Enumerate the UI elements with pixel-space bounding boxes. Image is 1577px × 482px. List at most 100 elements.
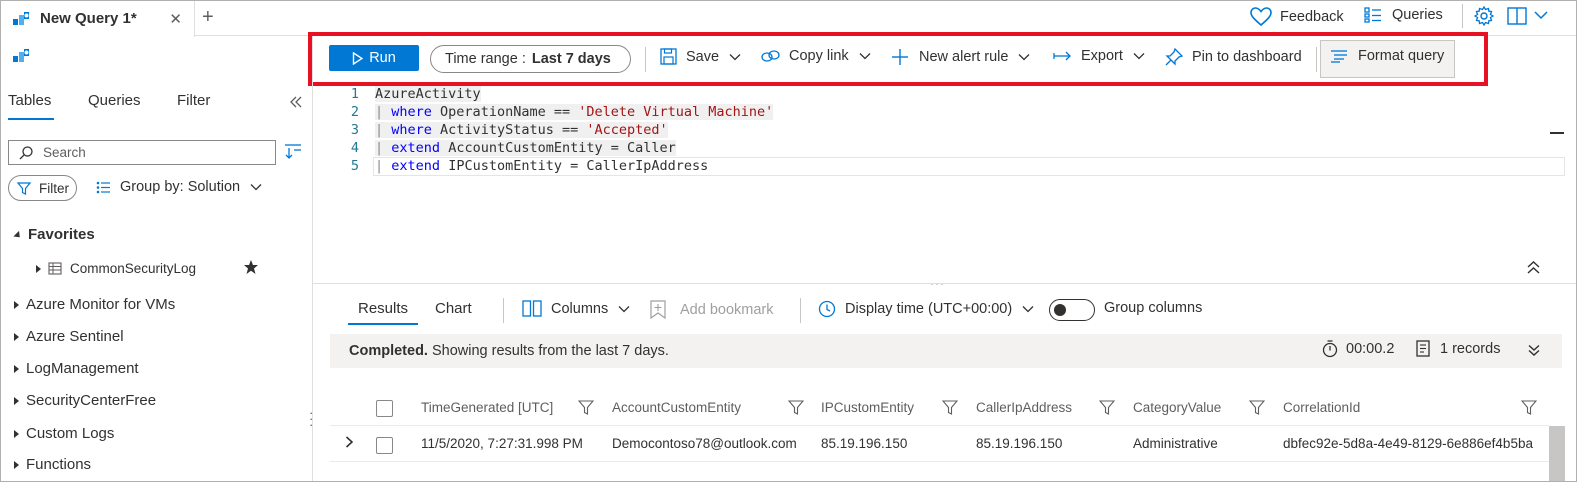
filter-funnel-icon[interactable] bbox=[1521, 400, 1537, 415]
queries-label: Queries bbox=[1392, 7, 1443, 23]
code-keyword: extend bbox=[391, 140, 441, 156]
book-icon[interactable] bbox=[1507, 7, 1527, 25]
tree-group-azure-monitor[interactable]: Azure Monitor for VMs bbox=[14, 296, 175, 313]
display-time-label: Display time (UTC+00:00) bbox=[845, 301, 1013, 317]
tree-group-label: Functions bbox=[26, 456, 92, 473]
cell-calleripaddress: 85.19.196.150 bbox=[976, 436, 1063, 451]
pipe-token: | bbox=[375, 158, 384, 174]
tree-group-custom-logs[interactable]: Custom Logs bbox=[14, 425, 114, 442]
favorites-label: Favorites bbox=[28, 226, 95, 243]
tree-group-functions[interactable]: Functions bbox=[14, 456, 91, 473]
search-placeholder: Search bbox=[43, 145, 86, 160]
tree-group-label: SecurityCenterFree bbox=[26, 392, 157, 409]
tab-filter[interactable]: Filter bbox=[177, 92, 210, 109]
group-by-dropdown[interactable]: Group by: Solution bbox=[96, 179, 262, 195]
search-icon bbox=[19, 145, 33, 160]
new-alert-rule-button[interactable]: New alert rule bbox=[891, 48, 1030, 66]
expand-results-icon[interactable] bbox=[1528, 344, 1540, 356]
filter-button[interactable]: Filter bbox=[8, 175, 77, 201]
group-columns-toggle[interactable] bbox=[1049, 299, 1095, 321]
collapse-panel-icon[interactable] bbox=[289, 96, 303, 108]
caret-right-icon bbox=[36, 264, 41, 273]
filter-funnel-icon[interactable] bbox=[788, 400, 804, 415]
chevron-down-icon bbox=[250, 183, 262, 191]
pipe-token: | bbox=[375, 140, 384, 156]
columns-label: Columns bbox=[551, 300, 609, 317]
code-line: AzureActivity bbox=[375, 86, 481, 102]
filter-funnel-icon[interactable] bbox=[1099, 400, 1115, 415]
chevron-down-icon bbox=[1018, 53, 1030, 61]
save-label: Save bbox=[686, 48, 720, 65]
log-analytics-icon bbox=[12, 11, 30, 27]
tree-group-securitycenterfree[interactable]: SecurityCenterFree bbox=[14, 392, 156, 409]
column-header-ipcustomentity[interactable]: IPCustomEntity bbox=[821, 400, 914, 415]
export-button[interactable]: Export bbox=[1053, 48, 1145, 64]
caret-down-icon bbox=[13, 230, 23, 240]
filter-funnel-icon[interactable] bbox=[942, 400, 958, 415]
column-header-calleripaddress[interactable]: CallerIpAddress bbox=[976, 400, 1072, 415]
sort-icon[interactable] bbox=[284, 143, 302, 159]
expand-row-icon[interactable] bbox=[345, 436, 354, 448]
code-token: OperationName == bbox=[431, 104, 579, 120]
code-string: 'Delete Virtual Machine' bbox=[578, 104, 774, 120]
save-button[interactable]: Save bbox=[660, 48, 741, 65]
caret-right-icon bbox=[14, 461, 19, 470]
code-keyword: where bbox=[391, 122, 432, 138]
copy-link-button[interactable]: Copy link bbox=[761, 48, 871, 64]
tree-group-logmanagement[interactable]: LogManagement bbox=[14, 360, 139, 377]
query-editor[interactable]: 1 2 3 4 5 AzureActivity | where Operatio… bbox=[313, 86, 1577, 282]
collapse-editor-icon[interactable] bbox=[1527, 261, 1540, 274]
copy-link-label: Copy link bbox=[789, 48, 849, 64]
filter-funnel-icon[interactable] bbox=[578, 400, 594, 415]
feedback-button[interactable]: Feedback bbox=[1250, 7, 1344, 27]
display-time-dropdown[interactable]: Display time (UTC+00:00) bbox=[818, 300, 1034, 318]
list-icon bbox=[96, 181, 111, 194]
column-header-timegenerated[interactable]: TimeGenerated [UTC] bbox=[421, 400, 553, 415]
star-icon[interactable] bbox=[243, 259, 259, 275]
filter-funnel-icon bbox=[17, 181, 31, 195]
query-tab[interactable]: New Query 1* ✕ bbox=[0, 0, 195, 37]
columns-button[interactable]: Columns bbox=[522, 300, 630, 317]
column-header-accountcustomentity[interactable]: AccountCustomEntity bbox=[612, 400, 741, 415]
code-token: AccountCustomEntity = Caller bbox=[440, 140, 676, 156]
elapsed-time: 00:00.2 bbox=[1322, 340, 1394, 358]
grid-scrollbar[interactable] bbox=[1549, 426, 1565, 482]
row-checkbox[interactable] bbox=[376, 437, 393, 454]
grid-row-border bbox=[330, 461, 1549, 462]
column-header-categoryvalue[interactable]: CategoryValue bbox=[1133, 400, 1221, 415]
toolbar-divider bbox=[1316, 47, 1317, 72]
filter-funnel-icon[interactable] bbox=[1249, 400, 1265, 415]
tree-item-commonsecuritylog[interactable]: CommonSecurityLog bbox=[36, 261, 196, 276]
add-bookmark-button[interactable]: Add bookmark bbox=[650, 300, 774, 319]
time-range-picker[interactable]: Time range : Last 7 days bbox=[430, 45, 631, 73]
code-string: 'Accepted' bbox=[586, 122, 668, 138]
schema-search-input[interactable]: Search bbox=[8, 140, 276, 165]
tab-tables[interactable]: Tables bbox=[8, 92, 51, 109]
tree-group-azure-sentinel[interactable]: Azure Sentinel bbox=[14, 328, 124, 345]
format-lines-icon bbox=[1330, 49, 1348, 63]
run-button[interactable]: Run bbox=[329, 45, 419, 71]
queries-button[interactable]: Queries bbox=[1364, 7, 1443, 23]
close-tab-icon[interactable]: ✕ bbox=[169, 10, 182, 28]
chevron-down-icon bbox=[859, 52, 871, 60]
new-tab-button[interactable]: + bbox=[202, 6, 214, 29]
column-header-correlationid[interactable]: CorrelationId bbox=[1283, 400, 1360, 415]
code-token: IPCustomEntity = CallerIpAddress bbox=[440, 158, 709, 174]
line-number: 5 bbox=[350, 158, 359, 174]
tab-queries[interactable]: Queries bbox=[88, 92, 141, 109]
grid-header-border bbox=[330, 425, 1549, 426]
panel-resize-handle[interactable]: · · · bbox=[309, 406, 313, 431]
gear-icon[interactable] bbox=[1474, 6, 1494, 26]
pin-to-dashboard-label: Pin to dashboard bbox=[1192, 49, 1302, 65]
chevron-down-icon[interactable] bbox=[1534, 10, 1548, 20]
tab-results[interactable]: Results bbox=[358, 300, 408, 317]
select-all-checkbox[interactable] bbox=[376, 400, 393, 417]
stopwatch-icon bbox=[1322, 340, 1338, 358]
pin-to-dashboard-button[interactable]: Pin to dashboard bbox=[1165, 48, 1302, 66]
group-by-label: Group by: Solution bbox=[120, 179, 241, 195]
columns-icon bbox=[522, 300, 542, 317]
tree-favorites[interactable]: Favorites bbox=[13, 226, 95, 243]
tab-chart[interactable]: Chart bbox=[435, 300, 472, 317]
format-query-button[interactable]: Format query bbox=[1330, 48, 1444, 64]
code-token: ActivityStatus == bbox=[431, 122, 587, 138]
